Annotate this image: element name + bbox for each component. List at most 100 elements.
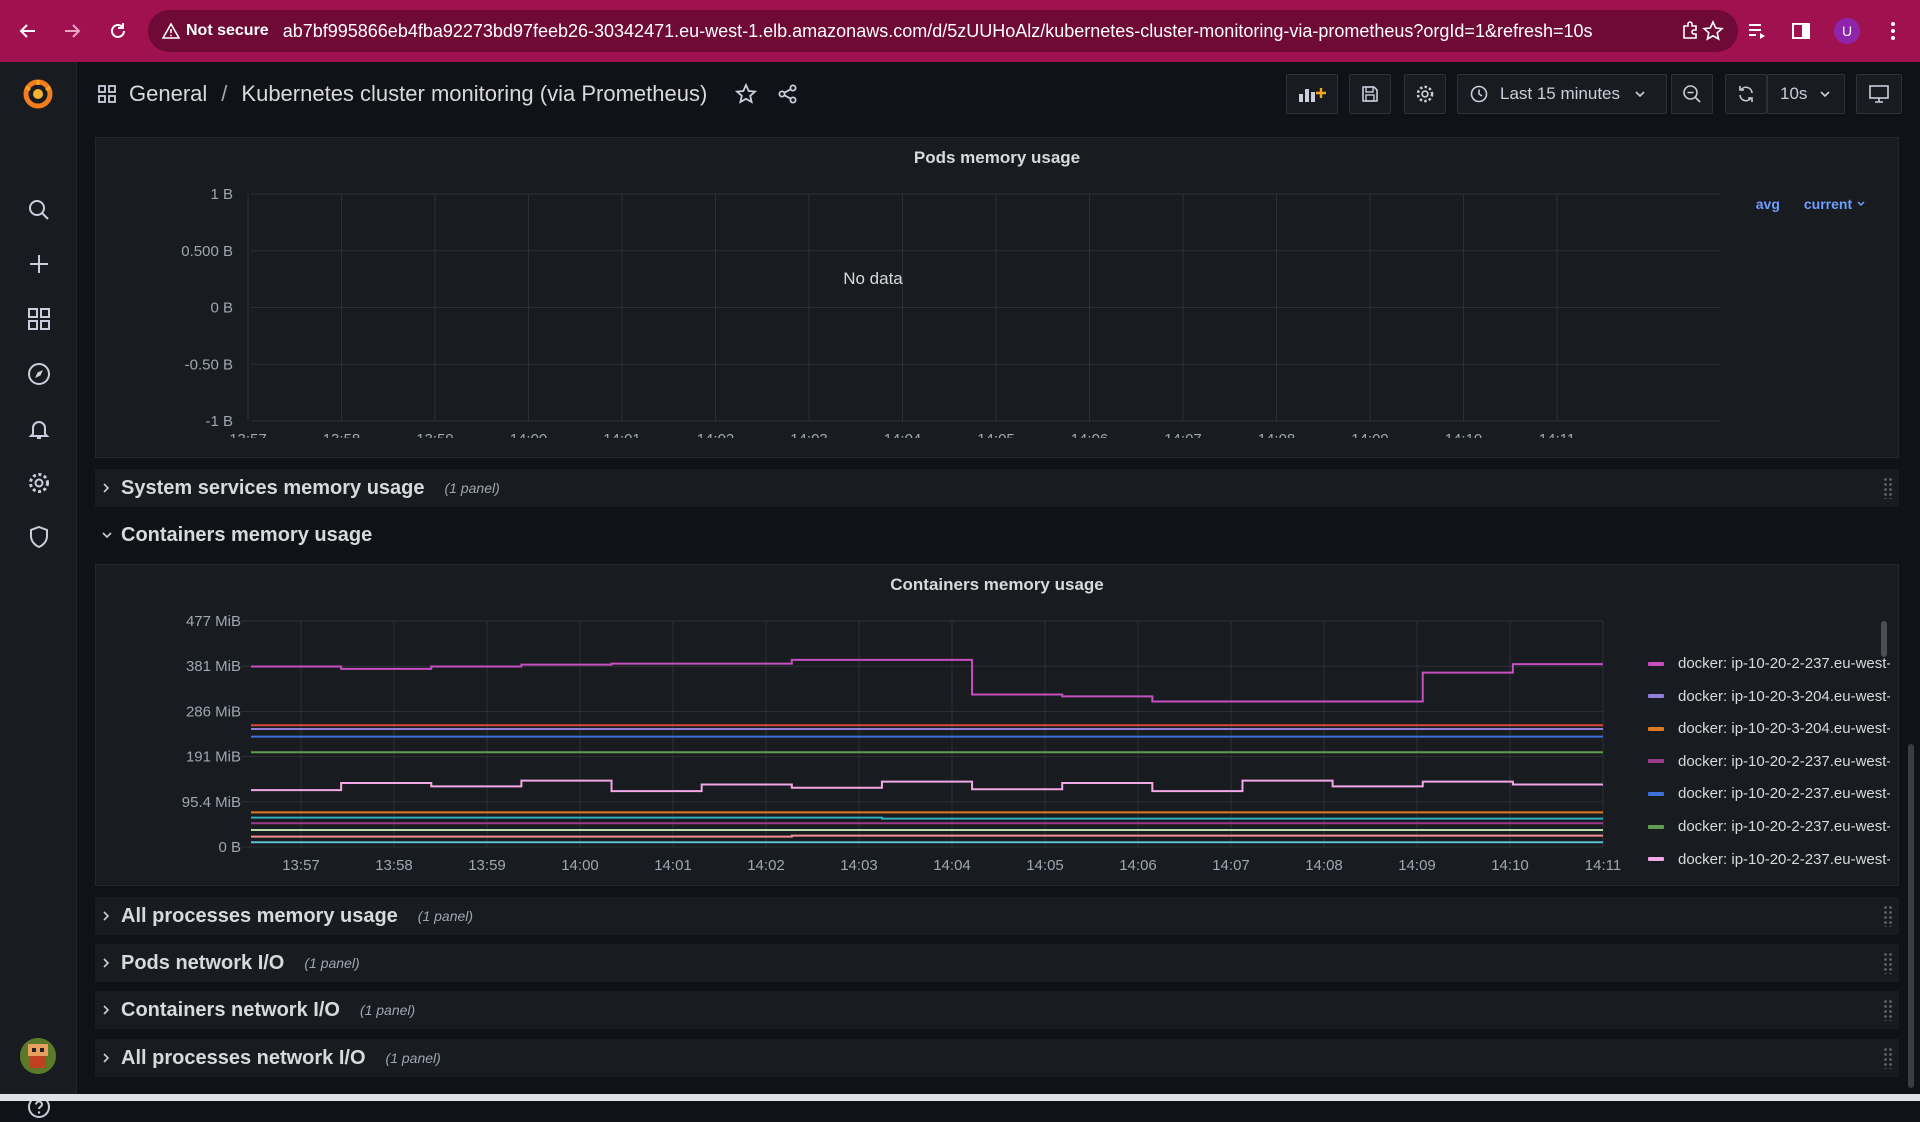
refresh-interval-picker[interactable]: 10s (1767, 74, 1845, 114)
breadcrumb-folder[interactable]: General (129, 81, 207, 107)
compass-icon[interactable] (24, 359, 54, 389)
legend-swatch (1648, 661, 1664, 666)
x-tick-label: 14:03 (840, 857, 878, 874)
legend-label: docker: ip-10-20-2-237.eu-west- (1678, 818, 1890, 835)
drag-handle-icon[interactable] (1883, 477, 1893, 499)
search-icon[interactable] (24, 195, 54, 225)
row-containers-network[interactable]: Containers network I/O (1 panel) (95, 991, 1899, 1029)
x-tick-label: 14:01 (654, 857, 692, 874)
reload-icon (108, 21, 128, 41)
reload-button[interactable] (96, 9, 140, 53)
row-system-services-memory[interactable]: System services memory usage (1 panel) (95, 469, 1899, 507)
drag-handle-icon[interactable] (1883, 905, 1893, 927)
url-text[interactable]: ab7bf995866eb4fba92273bd97feeb26-3034247… (283, 21, 1593, 42)
zoom-out-button[interactable] (1671, 74, 1713, 114)
media-controls-button[interactable] (1736, 10, 1778, 52)
legend-item[interactable]: docker: ip-10-20-3-204.eu-west- (1648, 688, 1890, 705)
drag-handle-icon[interactable] (1883, 999, 1893, 1021)
legend-item[interactable]: docker: ip-10-20-3-204.eu-west- (1648, 720, 1890, 737)
y-tick-label: 191 MiB (186, 749, 241, 766)
side-panel-button[interactable] (1780, 10, 1822, 52)
containers-memory-chart[interactable]: 477 MiB 381 MiB 286 MiB 191 MiB 95.4 MiB 0 B 1… (96, 565, 1636, 887)
dashboard-title[interactable]: Kubernetes cluster monitoring (via Prome… (241, 81, 707, 107)
dashboard-settings-button[interactable] (1404, 74, 1446, 114)
legend-item[interactable]: docker: ip-10-20-2-237.eu-west- (1648, 785, 1890, 802)
x-tick-label: 14:08 (1258, 431, 1296, 438)
gear-icon[interactable] (24, 468, 54, 498)
x-tick-label: 14:04 (884, 431, 922, 438)
drag-handle-icon[interactable] (1883, 952, 1893, 974)
y-tick-label: 381 MiB (186, 658, 241, 675)
y-tick-label: 1 B (210, 186, 233, 203)
legend-item[interactable]: docker: ip-10-20-2-237.eu-west- (1648, 655, 1890, 672)
chevron-right-icon (101, 1004, 115, 1016)
kebab-menu-icon (1890, 20, 1896, 42)
tv-mode-button[interactable] (1856, 74, 1902, 114)
row-containers-memory[interactable]: Containers memory usage (95, 516, 1899, 554)
star-icon[interactable] (735, 83, 758, 105)
row-title: Pods network I/O (121, 951, 285, 974)
breadcrumb-separator: / (221, 81, 228, 106)
dashboards-grid-icon[interactable] (97, 84, 117, 104)
row-panel-count: (1 panel) (304, 955, 360, 971)
x-tick-label: 14:00 (510, 431, 548, 438)
address-bar[interactable]: Not secure ab7bf995866eb4fba92273bd97fee… (148, 10, 1738, 52)
bell-icon[interactable] (24, 414, 54, 444)
plus-icon[interactable] (24, 249, 54, 279)
no-data-message: No data (843, 269, 903, 288)
legend-label: docker: ip-10-20-3-204.eu-west- (1678, 687, 1890, 705)
pods-memory-chart[interactable]: 1 B 0.500 B 0 B -0.50 B -1 B13:57 13:58 13:59 1… (96, 138, 1756, 438)
x-tick-label: 14:09 (1398, 857, 1436, 874)
browser-menu-button[interactable] (1872, 10, 1914, 52)
chevron-right-icon (101, 482, 115, 494)
x-tick-label: 14:11 (1585, 857, 1621, 874)
series-line (251, 779, 1603, 793)
share-icon[interactable] (777, 83, 799, 105)
x-tick-label: 13:57 (282, 857, 320, 874)
profile-button[interactable]: U (1826, 10, 1868, 52)
x-tick-label: 14:00 (561, 857, 599, 874)
row-panel-count: (1 panel) (417, 908, 474, 924)
forward-button[interactable] (50, 9, 94, 53)
legend-scrollbar[interactable] (1881, 621, 1887, 657)
sidebar (0, 62, 77, 1118)
dashboards-grid-icon[interactable] (24, 304, 54, 334)
y-tick-label: 0 B (210, 300, 233, 317)
add-panel-button[interactable] (1286, 74, 1338, 114)
legend-swatch (1648, 824, 1664, 829)
shield-icon[interactable] (24, 522, 54, 552)
row-title: System services memory usage (121, 476, 425, 499)
legend-avg-column[interactable]: avg (1756, 196, 1780, 212)
security-label: Not secure (186, 22, 269, 39)
legend-label: docker: ip-10-20-2-237.eu-west- (1678, 752, 1890, 770)
row-all-processes-network[interactable]: All processes network I/O (1 panel) (95, 1039, 1899, 1077)
extensions-button[interactable] (1670, 10, 1712, 52)
refresh-dashboard-button[interactable] (1725, 74, 1767, 114)
time-range-picker[interactable]: Last 15 minutes (1457, 74, 1667, 114)
security-indicator[interactable]: Not secure (162, 22, 283, 40)
x-tick-label: 14:01 (603, 431, 641, 438)
x-tick-label: 14:10 (1445, 431, 1483, 438)
legend-current-column[interactable]: current (1804, 196, 1866, 212)
chevron-down-icon (101, 530, 115, 540)
back-button[interactable] (6, 9, 50, 53)
legend-item[interactable]: docker: ip-10-20-2-237.eu-west- (1648, 753, 1890, 770)
side-panel-icon (1790, 20, 1812, 42)
y-tick-label: 95.4 MiB (182, 794, 241, 811)
breadcrumb: General / Kubernetes cluster monitoring … (97, 81, 799, 107)
window-bottom-edge (0, 1094, 1920, 1101)
page-scrollbar[interactable] (1908, 744, 1914, 1088)
save-dashboard-button[interactable] (1349, 74, 1391, 114)
zoom-out-icon (1682, 84, 1702, 104)
user-avatar[interactable] (20, 1038, 56, 1074)
row-pods-network[interactable]: Pods network I/O (1 panel) (95, 944, 1899, 982)
x-tick-label: 13:58 (375, 857, 413, 874)
row-title: Containers network I/O (121, 998, 340, 1021)
containers-memory-panel: Containers memory usage 477 MiB 381 MiB 28… (95, 564, 1899, 886)
grafana-logo-icon[interactable] (20, 76, 56, 112)
row-all-processes-memory[interactable]: All processes memory usage (1 panel) (95, 897, 1899, 935)
legend-item[interactable]: docker: ip-10-20-2-237.eu-west- (1648, 851, 1890, 868)
x-tick-label: 14:07 (1212, 857, 1250, 874)
drag-handle-icon[interactable] (1883, 1047, 1893, 1069)
legend-item[interactable]: docker: ip-10-20-2-237.eu-west- (1648, 818, 1890, 835)
